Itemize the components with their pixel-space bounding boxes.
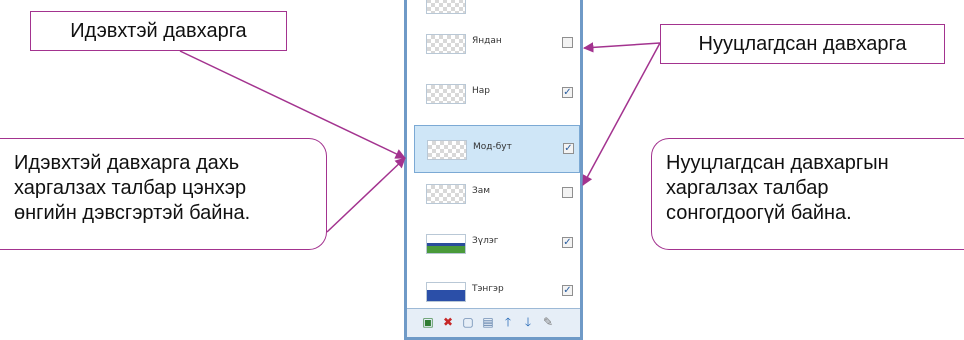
callout-arrows [179,42,661,233]
arrow-hidden-note [582,42,661,186]
arrow-active-layer [179,50,406,159]
arrow-active-note [326,157,406,233]
arrow-hidden-layer [582,42,661,53]
